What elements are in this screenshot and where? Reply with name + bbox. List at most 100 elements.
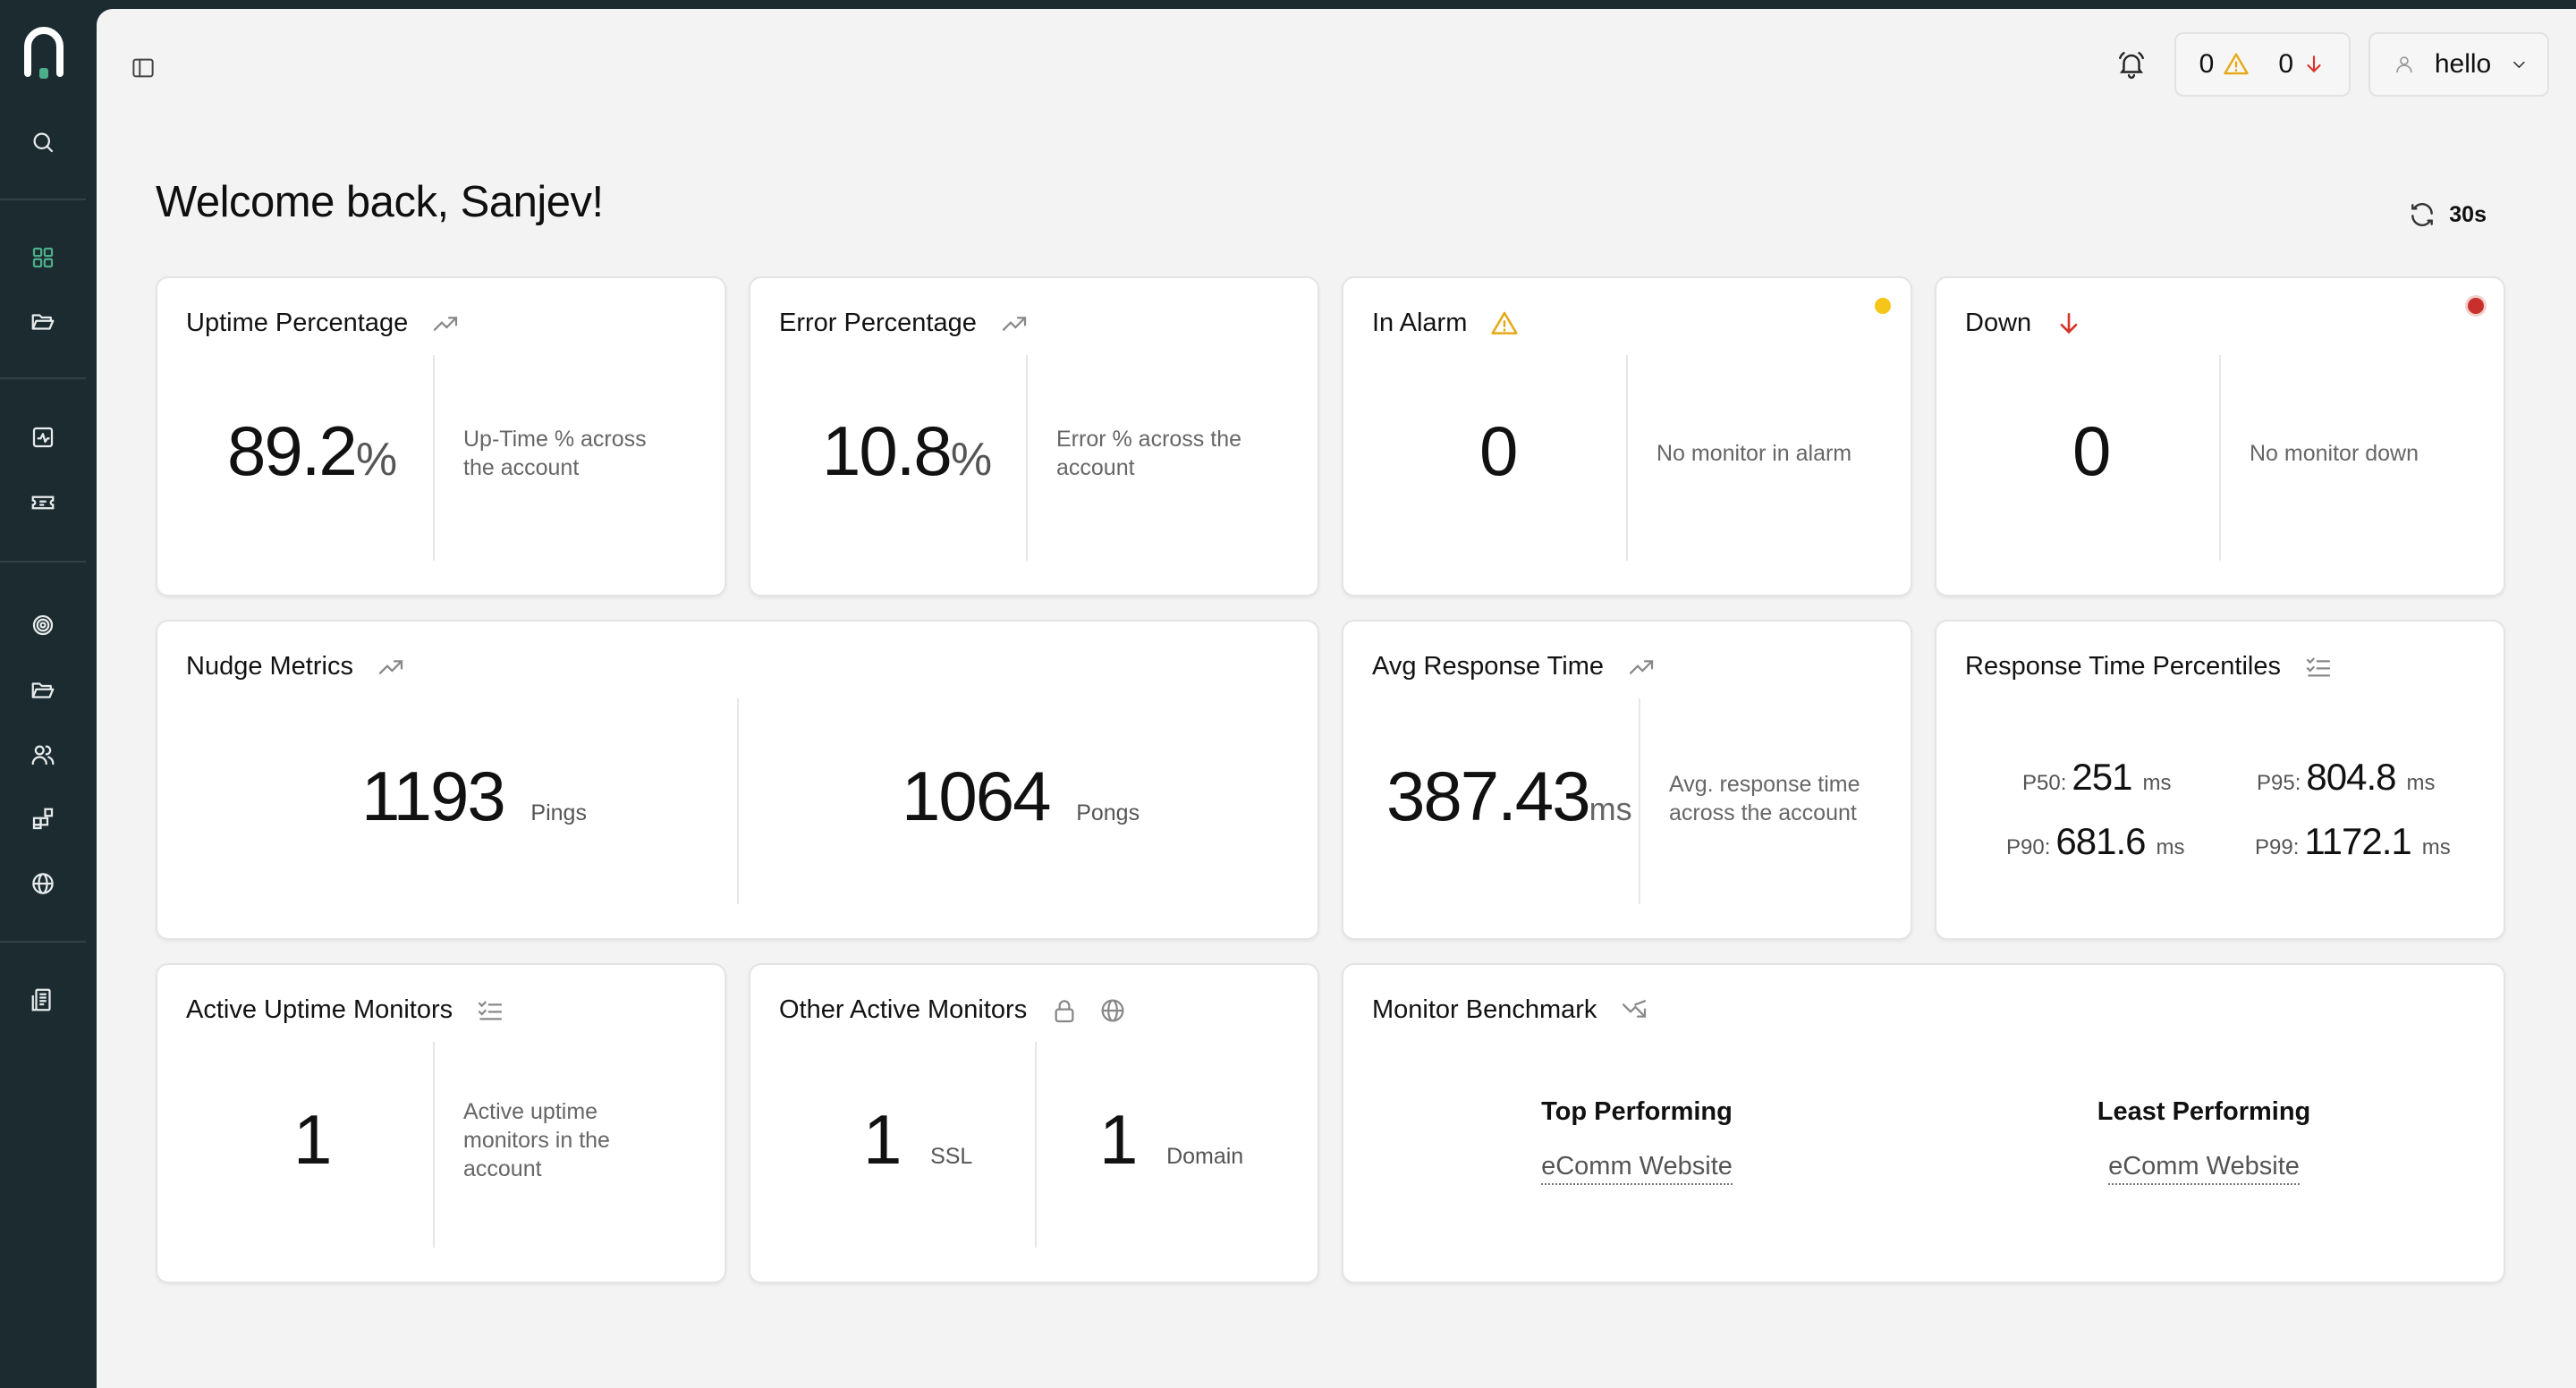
p99-metric: P99: 1172.1 ms: [2255, 820, 2451, 862]
down-count: 0: [2278, 49, 2293, 79]
sidebar-divider: [0, 199, 86, 200]
warning-icon: [2224, 53, 2249, 75]
card-title: Active Uptime Monitors: [186, 995, 453, 1024]
card-header: Down: [1965, 309, 2083, 338]
card-divider: [737, 698, 739, 904]
card-divider: [1026, 355, 1028, 561]
refresh-icon: [2411, 203, 2434, 226]
sidebar: [0, 0, 97, 1388]
top-performing-monitor-link[interactable]: eComm Website: [1541, 1152, 1733, 1185]
active-uptime-monitors-card[interactable]: Active Uptime Monitors 1 Active uptime m…: [156, 963, 726, 1283]
card-header: Response Time Percentiles: [1965, 652, 2333, 681]
down-description: No monitor down: [2250, 441, 2419, 466]
avg-response-time-card[interactable]: Avg Response Time 387.43ms Avg. response…: [1342, 620, 1912, 940]
uptime-value: 89.2%: [227, 411, 398, 490]
card-divider: [1626, 355, 1628, 561]
alarm-description: No monitor in alarm: [1657, 441, 1852, 466]
monitor-benchmark-card[interactable]: Monitor Benchmark Top Performing eComm W…: [1342, 963, 2505, 1283]
sidebar-divider: [0, 561, 86, 563]
active-uptime-description: Active uptime monitors in the account: [463, 1099, 610, 1181]
lock-icon: [1055, 999, 1074, 1022]
alarm-value: 0: [1479, 411, 1518, 490]
card-header: Error Percentage: [779, 309, 1029, 338]
card-title: Nudge Metrics: [186, 652, 353, 681]
sidebar-divider: [0, 377, 86, 379]
activity-chart-icon[interactable]: [23, 418, 63, 457]
down-value: 0: [2072, 411, 2111, 490]
card-header: Uptime Percentage: [186, 309, 460, 338]
trending-up-icon: [1002, 316, 1026, 331]
in-alarm-card[interactable]: In Alarm 0 No monitor in alarm: [1342, 276, 1912, 597]
alarm-status-dot: [1875, 298, 1891, 314]
ssl-metric: 1 SSL: [863, 1100, 973, 1179]
error-value: 10.8%: [822, 411, 993, 490]
main-panel: 0 0 hello Welcome back, Sanjev! 30s Upti…: [97, 9, 2576, 1388]
page-title: Welcome back, Sanjev!: [156, 178, 604, 226]
response-time-percentiles-card[interactable]: Response Time Percentiles P50: 251 ms P95:…: [1935, 620, 2505, 940]
p50-metric: P50: 251 ms: [2022, 756, 2172, 798]
card-header: Active Uptime Monitors: [186, 995, 504, 1025]
users-icon[interactable]: [23, 735, 63, 774]
card-title: In Alarm: [1372, 309, 1468, 337]
p90-metric: P90: 681.6 ms: [2006, 820, 2185, 862]
other-active-monitors-card[interactable]: Other Active Monitors 1 SSL 1 Domain: [749, 963, 1319, 1283]
folder-open-icon[interactable]: [23, 302, 63, 342]
sidebar-toggle-icon[interactable]: [125, 50, 161, 86]
card-divider: [1639, 698, 1640, 904]
top-performing-label: Top Performing: [1541, 1097, 1733, 1126]
error-percentage-card[interactable]: Error Percentage 10.8% Error % across th…: [749, 276, 1319, 597]
card-header: In Alarm: [1372, 309, 1519, 338]
integrations-icon[interactable]: [23, 800, 63, 839]
pongs-metric: 1064 Pongs: [902, 757, 1140, 835]
card-header: Monitor Benchmark: [1372, 995, 1648, 1025]
pings-metric: 1193 Pings: [361, 757, 587, 835]
least-performing-monitor-link[interactable]: eComm Website: [2108, 1152, 2300, 1185]
nudge-metrics-card[interactable]: Nudge Metrics 1193 Pings 1064 Pongs: [156, 620, 1319, 940]
card-divider: [433, 1042, 435, 1248]
trending-up-icon: [378, 659, 403, 674]
down-status-dot: [2468, 298, 2484, 314]
card-title: Uptime Percentage: [186, 309, 409, 337]
arrow-down-icon: [2307, 55, 2321, 73]
domain-metric: 1 Domain: [1099, 1100, 1244, 1179]
card-title: Other Active Monitors: [779, 995, 1028, 1024]
p95-metric: P95: 804.8 ms: [2257, 756, 2436, 798]
target-icon[interactable]: [23, 605, 63, 645]
down-card[interactable]: Down 0 No monitor down: [1935, 276, 2505, 597]
globe-icon: [1101, 999, 1124, 1021]
trending-mixed-icon: [1623, 999, 1647, 1018]
list-checks-icon: [479, 1001, 503, 1020]
user-name: hello: [2434, 49, 2492, 79]
warning-count: 0: [2199, 49, 2215, 79]
user-icon: [2396, 56, 2412, 73]
avg-response-description: Avg. response time across the account: [1669, 772, 1860, 825]
dashboard-icon[interactable]: [23, 238, 63, 277]
user-menu[interactable]: hello: [2368, 32, 2549, 97]
report-icon[interactable]: [23, 980, 63, 1020]
error-description: Error % across the account: [1056, 427, 1242, 480]
bell-icon[interactable]: [2106, 39, 2157, 89]
refresh-interval: 30s: [2449, 201, 2487, 227]
refresh-button[interactable]: 30s: [2408, 200, 2487, 229]
search-icon[interactable]: [23, 123, 63, 162]
card-title: Response Time Percentiles: [1965, 652, 2281, 681]
card-divider: [2219, 355, 2221, 561]
nudge-logo[interactable]: [23, 27, 64, 82]
list-checks-icon: [2306, 657, 2331, 676]
card-header: Nudge Metrics: [186, 652, 405, 681]
card-title: Monitor Benchmark: [1372, 995, 1597, 1024]
arrow-down-icon: [2060, 312, 2078, 334]
top-performing-section: Top Performing eComm Website: [1413, 1097, 1860, 1185]
trending-up-icon: [434, 316, 458, 331]
trending-up-icon: [1629, 659, 1654, 674]
card-title: Error Percentage: [779, 309, 977, 337]
ticket-icon[interactable]: [23, 483, 63, 522]
card-divider: [1035, 1042, 1037, 1248]
card-header: Other Active Monitors: [779, 995, 1127, 1025]
warning-icon: [1491, 311, 1518, 334]
avg-response-value: 387.43ms: [1386, 757, 1632, 835]
globe-icon[interactable]: [23, 864, 63, 903]
monitor-status-counter[interactable]: 0 0: [2174, 32, 2351, 97]
uptime-percentage-card[interactable]: Uptime Percentage 89.2% Up-Time % across…: [156, 276, 726, 597]
folder-icon[interactable]: [23, 671, 63, 710]
